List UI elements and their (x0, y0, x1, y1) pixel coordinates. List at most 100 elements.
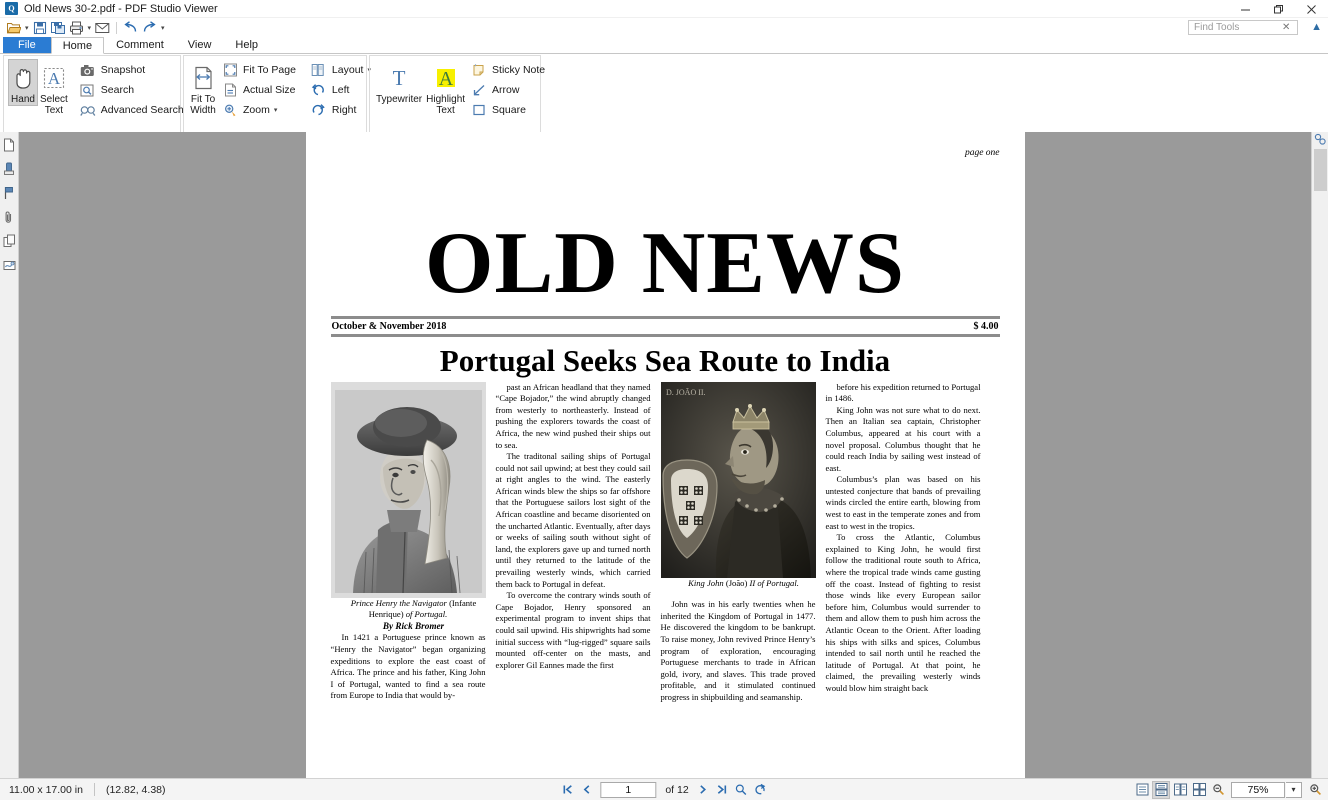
advanced-search-label: Advanced Search (101, 104, 184, 116)
facing-pages-view-button[interactable] (1171, 781, 1189, 799)
tab-file[interactable]: File (3, 36, 51, 53)
zoom-level-input[interactable]: 75% (1231, 782, 1285, 798)
advanced-search-button[interactable]: Advanced Search (76, 100, 189, 120)
typewriter-icon: T (386, 63, 412, 93)
sticky-note-button[interactable]: Sticky Note (467, 60, 550, 80)
arrow-label: Arrow (492, 84, 519, 96)
actual-size-icon (221, 82, 239, 98)
tab-help[interactable]: Help (223, 36, 270, 53)
more-commands-dropdown[interactable]: ▾ (159, 24, 167, 32)
svg-text:A: A (438, 68, 453, 90)
zoom-in-tool-icon[interactable] (752, 781, 769, 798)
henry-caption-part3: of Portugal. (406, 609, 448, 619)
scrollbar-thumb[interactable] (1314, 149, 1327, 191)
newspaper-masthead: OLD NEWS (331, 220, 1000, 308)
undo-button[interactable] (121, 19, 140, 36)
select-text-label-line2: Text (45, 105, 63, 116)
highlight-text-button[interactable]: A Highlight Text (424, 59, 467, 117)
pages-panel-button[interactable] (1, 135, 18, 154)
issue-date: October & November 2018 (332, 321, 447, 332)
document-viewport[interactable]: page one OLD NEWS October & November 201… (19, 132, 1311, 778)
highlight-text-label-line1: Highlight (426, 94, 465, 105)
zoom-chevron-down-icon[interactable]: ▾ (1286, 782, 1302, 798)
comments-small-buttons: Sticky Note Arrow (467, 59, 550, 120)
fit-to-width-button[interactable]: Fit To Width (188, 59, 218, 117)
continuous-facing-view-button[interactable] (1190, 781, 1208, 799)
svg-text:D. JOÃO II.: D. JOÃO II. (666, 387, 706, 397)
arrow-icon (470, 82, 488, 98)
rotate-right-button[interactable]: Right (307, 100, 376, 120)
email-button[interactable] (93, 19, 112, 36)
search-button[interactable]: Search (76, 80, 189, 100)
svg-text:T: T (393, 66, 406, 90)
hand-icon (10, 63, 36, 93)
stamp-panel-button[interactable] (1, 159, 18, 178)
clear-find-tools-icon[interactable]: ✕ (1282, 22, 1290, 33)
actual-size-button[interactable]: Actual Size (218, 80, 301, 100)
page-navigation: 1 of 12 (559, 781, 768, 798)
hand-tool-button[interactable]: Hand (8, 59, 38, 106)
open-file-dropdown[interactable]: ▾ (23, 24, 31, 32)
view-layout-buttons: Layout ▾ Left (307, 59, 376, 120)
save-as-button[interactable] (49, 19, 67, 36)
arrow-button[interactable]: Arrow (467, 80, 550, 100)
tab-view[interactable]: View (176, 36, 224, 53)
tab-comment[interactable]: Comment (104, 36, 176, 53)
advanced-search-icon (79, 102, 97, 118)
henry-caption-part1: Prince Henry the Navigator (351, 598, 447, 608)
tools-small-buttons: Snapshot Search (76, 59, 189, 120)
find-tools-box[interactable]: ✕ (1188, 20, 1298, 35)
layout-label: Layout (332, 64, 364, 76)
current-page-input[interactable]: 1 (600, 782, 656, 798)
continuous-view-button[interactable] (1152, 781, 1170, 799)
print-button[interactable] (67, 19, 86, 36)
print-dropdown[interactable]: ▾ (86, 24, 94, 32)
attachment-indicator-icon[interactable] (1314, 133, 1327, 146)
article-columns: Prince Henry the Navigator (Infante Henr… (331, 382, 1000, 704)
column-4-paragraph-3: Columbus’s plan was based on his unteste… (826, 474, 981, 532)
attachments-panel-button[interactable] (1, 207, 18, 226)
select-text-button[interactable]: A Select Text (38, 59, 70, 117)
zoom-in-button[interactable] (1306, 781, 1324, 799)
redo-button[interactable] (140, 19, 159, 36)
main-area: page one OLD NEWS October & November 201… (0, 132, 1328, 778)
tab-home[interactable]: Home (51, 37, 104, 54)
svg-text:A: A (48, 69, 61, 88)
article-byline: By Rick Bromer (331, 621, 486, 633)
maximize-button[interactable] (1262, 0, 1295, 18)
fit-to-page-button[interactable]: Fit To Page (218, 60, 301, 80)
signatures-panel-button[interactable] (1, 255, 18, 274)
fit-to-page-label: Fit To Page (243, 64, 296, 76)
square-button[interactable]: Square (467, 100, 550, 120)
open-file-button[interactable] (4, 19, 23, 36)
bookmarks-panel-button[interactable] (1, 183, 18, 202)
snapshot-button[interactable]: Snapshot (76, 60, 189, 80)
rotate-left-label: Left (332, 84, 350, 96)
layout-icon (310, 62, 328, 78)
column-4-paragraph-2: King John was not sure what to do next. … (826, 405, 981, 475)
collapse-ribbon-icon[interactable]: ▲ (1311, 21, 1322, 33)
rotate-left-button[interactable]: Left (307, 80, 376, 100)
previous-page-icon[interactable] (578, 781, 595, 798)
layout-button[interactable]: Layout ▾ (307, 60, 376, 80)
next-page-icon[interactable] (695, 781, 712, 798)
close-button[interactable] (1295, 0, 1328, 18)
typewriter-button[interactable]: T Typewriter (374, 59, 424, 106)
layers-panel-button[interactable] (1, 231, 18, 250)
zoom-button[interactable]: Zoom ▾ (218, 100, 301, 120)
sticky-note-icon (470, 62, 488, 78)
vertical-scrollbar[interactable] (1311, 132, 1328, 778)
zoom-out-button[interactable] (1209, 781, 1227, 799)
zoom-chevron-down-icon[interactable]: ▾ (274, 106, 278, 114)
last-page-icon[interactable] (714, 781, 731, 798)
single-page-view-button[interactable] (1133, 781, 1151, 799)
find-tools-input[interactable] (1192, 21, 1282, 34)
search-icon (79, 82, 97, 98)
dateline: October & November 2018 $ 4.00 (331, 319, 1000, 334)
first-page-icon[interactable] (559, 781, 576, 798)
square-label: Square (492, 104, 526, 116)
zoom-out-tool-icon[interactable] (733, 781, 750, 798)
save-button[interactable] (31, 19, 49, 36)
minimize-button[interactable] (1229, 0, 1262, 18)
actual-size-label: Actual Size (243, 84, 296, 96)
